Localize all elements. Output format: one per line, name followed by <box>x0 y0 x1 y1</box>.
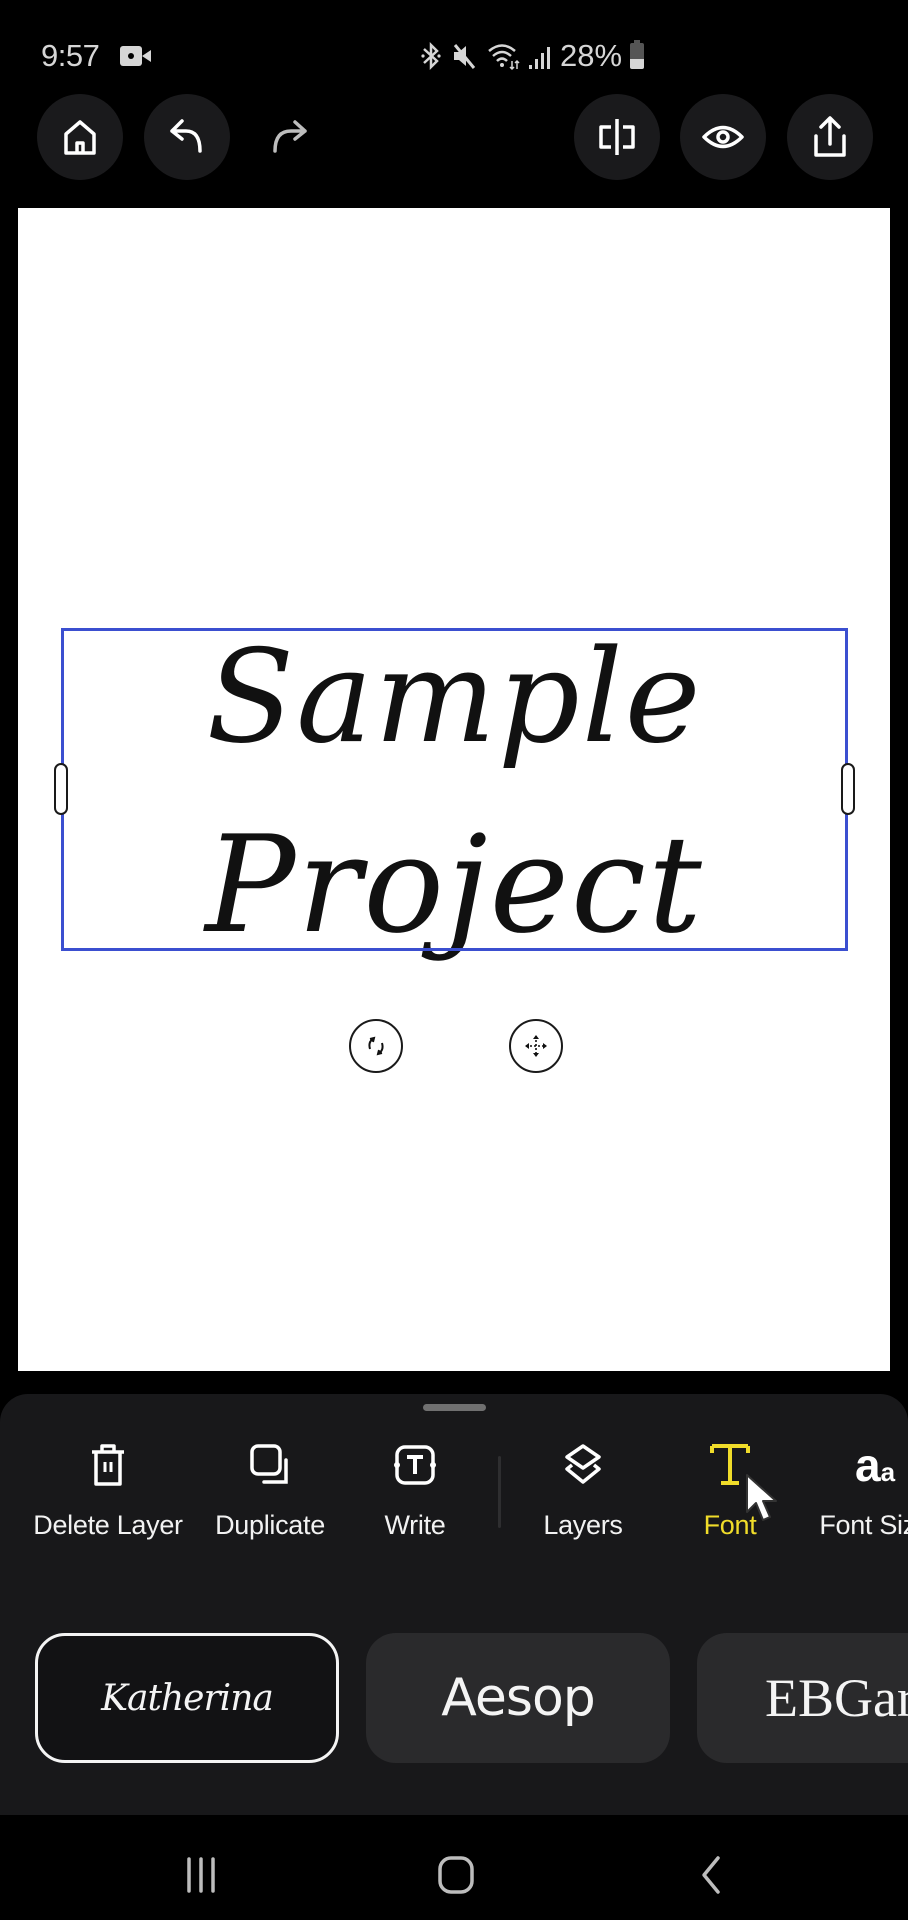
recents-icon <box>187 1857 215 1893</box>
battery-percent: 28% <box>560 38 623 73</box>
redo-button[interactable] <box>247 94 333 180</box>
signal-icon <box>529 47 550 69</box>
flip-horizontal-icon <box>599 119 635 155</box>
bluetooth-icon <box>421 41 441 71</box>
resize-handle-right[interactable] <box>841 763 855 815</box>
nav-recents-button[interactable] <box>171 1845 231 1905</box>
video-camera-icon <box>120 46 151 66</box>
mute-icon <box>453 44 476 69</box>
tool-write[interactable]: Write <box>355 1440 475 1541</box>
font-size-icon: aa <box>854 1439 896 1491</box>
resize-handle-left[interactable] <box>54 763 68 815</box>
status-icons: 28% <box>420 38 645 74</box>
duplicate-icon <box>250 1444 288 1484</box>
preview-button[interactable] <box>680 94 766 180</box>
redo-icon <box>273 120 307 153</box>
eye-icon <box>702 125 744 149</box>
tool-label: Write <box>384 1510 446 1540</box>
rotate-icon <box>368 1036 384 1056</box>
home-button[interactable] <box>37 94 123 180</box>
tool-label: Font Size <box>819 1510 908 1540</box>
nav-home-button[interactable] <box>426 1845 486 1905</box>
flip-button[interactable] <box>574 94 660 180</box>
tool-label: Duplicate <box>215 1510 325 1540</box>
rotate-button[interactable] <box>349 1019 403 1073</box>
trash-icon <box>92 1444 124 1486</box>
font-chip-label: Katherina <box>101 1677 274 1719</box>
font-chip-ebgaramond[interactable]: EBGaramond <box>697 1633 908 1763</box>
nav-back-button[interactable] <box>681 1845 741 1905</box>
font-chip-aesop[interactable]: Aesop <box>366 1633 670 1763</box>
font-chip-katherina[interactable]: Katherina <box>35 1633 339 1763</box>
tool-delete-layer[interactable]: Delete Layer <box>18 1440 198 1541</box>
text-box-icon <box>394 1445 436 1485</box>
back-chevron-icon <box>702 1856 720 1894</box>
tool-label: Layers <box>543 1510 623 1540</box>
tool-label: Delete Layer <box>33 1510 183 1540</box>
sheet-drag-handle[interactable] <box>423 1404 486 1411</box>
move-button[interactable] <box>509 1019 563 1073</box>
toolbar-divider <box>498 1456 501 1528</box>
undo-button[interactable] <box>144 94 230 180</box>
layers-icon <box>565 1444 601 1484</box>
tool-duplicate[interactable]: Duplicate <box>200 1440 340 1541</box>
mouse-pointer-icon <box>746 1474 777 1521</box>
status-time: 9:57 <box>41 38 100 73</box>
export-button[interactable] <box>787 94 873 180</box>
move-icon <box>525 1035 547 1057</box>
undo-icon <box>170 119 202 153</box>
home-circle-icon <box>438 1856 474 1894</box>
selection-box[interactable] <box>61 628 848 951</box>
home-icon <box>64 120 96 155</box>
share-icon <box>814 116 846 157</box>
wifi-icon <box>488 44 520 71</box>
tool-font-size[interactable]: aa Font Size <box>805 1440 908 1541</box>
tool-layers[interactable]: Layers <box>523 1440 643 1541</box>
font-chip-label: Aesop <box>441 1668 596 1728</box>
battery-icon <box>630 40 645 69</box>
font-chip-label: EBGaramond <box>765 1668 908 1728</box>
